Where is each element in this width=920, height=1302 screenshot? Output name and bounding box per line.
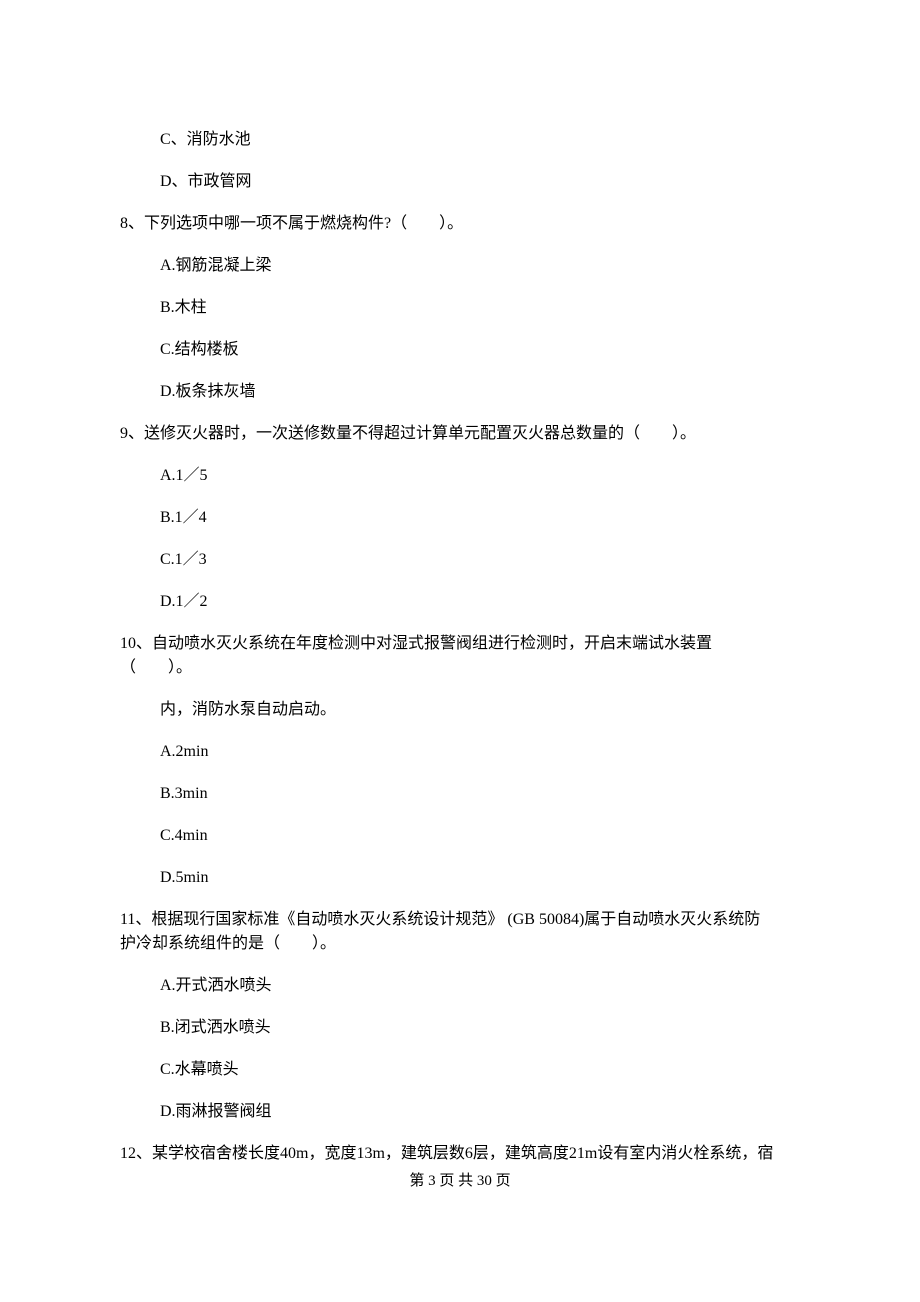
q11-option-c: C.水幕喷头 <box>120 1058 800 1082</box>
document-page: C、消防水池 D、市政管网 8、下列选项中哪一项不属于燃烧构件?（ ）。 A.钢… <box>0 0 920 1302</box>
q7-option-d: D、市政管网 <box>120 170 800 194</box>
q9-option-a: A.1／5 <box>120 464 800 488</box>
q9-option-d: D.1／2 <box>120 590 800 614</box>
q11-option-b: B.闭式洒水喷头 <box>120 1016 800 1040</box>
q10-stem-line1: 10、自动喷水灭火系统在年度检测中对湿式报警阀组进行检测时，开启末端试水装置 <box>120 632 800 656</box>
q8-option-d: D.板条抹灰墙 <box>120 380 800 404</box>
q8-option-b: B.木柱 <box>120 296 800 320</box>
q12-stem: 12、某学校宿舍楼长度40m，宽度13m，建筑层数6层，建筑高度21m设有室内消… <box>120 1142 800 1166</box>
q10-option-b: B.3min <box>120 782 800 806</box>
q11-option-d: D.雨淋报警阀组 <box>120 1100 800 1124</box>
q8-option-a: A.钢筋混凝上梁 <box>120 254 800 278</box>
page-footer: 第 3 页 共 30 页 <box>120 1170 800 1193</box>
q11-stem-line2: 护冷却系统组件的是（ ）。 <box>120 932 800 956</box>
q10-option-c: C.4min <box>120 824 800 848</box>
q10-option-d: D.5min <box>120 866 800 890</box>
q9-option-b: B.1／4 <box>120 506 800 530</box>
q7-option-c: C、消防水池 <box>120 128 800 152</box>
q10-option-a: A.2min <box>120 740 800 764</box>
q10-sub: 内，消防水泵自动启动。 <box>120 698 800 722</box>
q11-stem-line1: 11、根据现行国家标准《自动喷水灭火系统设计规范》 (GB 50084)属于自动… <box>120 908 800 932</box>
q9-option-c: C.1／3 <box>120 548 800 572</box>
q10-stem: 10、自动喷水灭火系统在年度检测中对湿式报警阀组进行检测时，开启末端试水装置 （… <box>120 632 800 680</box>
q8-option-c: C.结构楼板 <box>120 338 800 362</box>
q8-stem: 8、下列选项中哪一项不属于燃烧构件?（ ）。 <box>120 212 800 236</box>
q9-stem: 9、送修灭火器时，一次送修数量不得超过计算单元配置灭火器总数量的（ ）。 <box>120 422 800 446</box>
q10-stem-line2: （ ）。 <box>120 656 800 680</box>
q11-stem: 11、根据现行国家标准《自动喷水灭火系统设计规范》 (GB 50084)属于自动… <box>120 908 800 956</box>
q11-option-a: A.开式洒水喷头 <box>120 974 800 998</box>
